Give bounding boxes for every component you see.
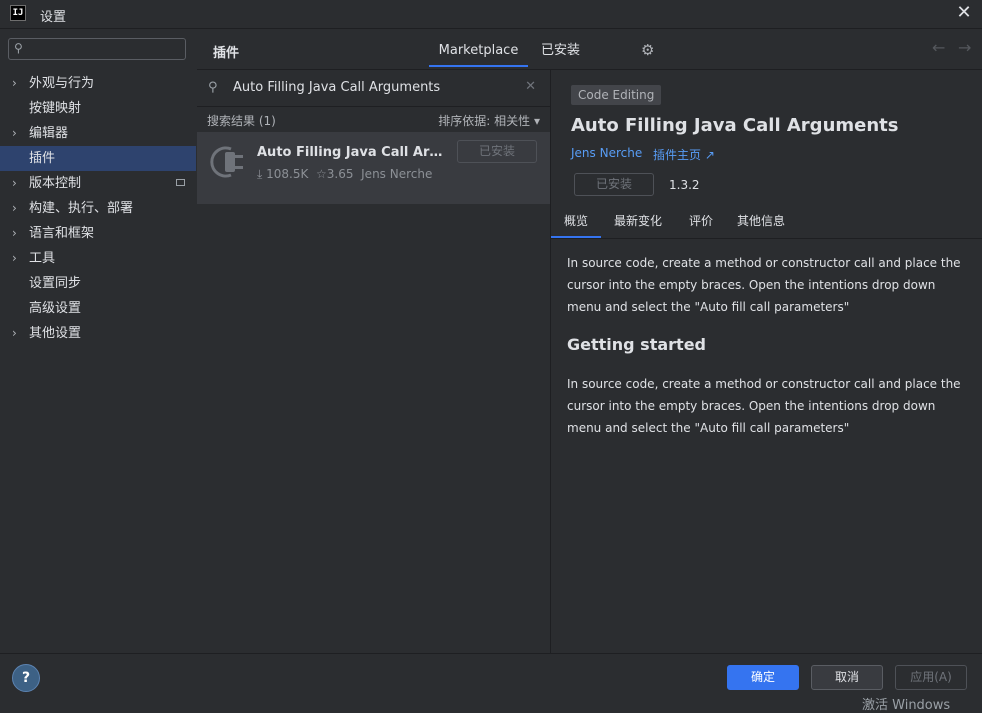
sidebar-item-label: 版本控制 bbox=[29, 176, 82, 191]
cancel-button[interactable]: 取消 bbox=[811, 665, 883, 690]
sidebar-item-editor[interactable]: › 编辑器 bbox=[0, 121, 196, 146]
apply-button[interactable]: 应用(A) bbox=[895, 665, 967, 690]
sidebar-item-label: 设置同步 bbox=[29, 276, 82, 291]
detail-installed-button[interactable]: 已安装 bbox=[574, 173, 654, 196]
chevron-right-icon: › bbox=[12, 76, 17, 90]
category-tag[interactable]: Code Editing bbox=[571, 85, 662, 105]
homepage-label: 插件主页 bbox=[653, 148, 702, 162]
sidebar-item-appearance[interactable]: › 外观与行为 bbox=[0, 71, 196, 96]
search-icon: ⚲ bbox=[14, 41, 23, 55]
download-icon: ⤓ bbox=[257, 167, 263, 181]
external-link-icon: ↗ bbox=[704, 148, 715, 162]
close-icon[interactable]: ✕ bbox=[954, 3, 974, 23]
tab-marketplace[interactable]: Marketplace bbox=[429, 37, 528, 67]
tab-overview[interactable]: 概览 bbox=[551, 208, 601, 238]
star-icon: ☆ bbox=[316, 167, 327, 181]
sidebar-item-keymap[interactable]: 按键映射 bbox=[0, 96, 196, 121]
plugin-rating: 3.65 bbox=[326, 167, 354, 181]
results-count: 搜索结果 (1) bbox=[207, 114, 276, 128]
title-bar: IJ 设置 ✕ bbox=[0, 0, 982, 29]
sidebar-item-label: 工具 bbox=[29, 251, 56, 266]
plugin-meta: ⤓ 108.5K ☆3.65 Jens Nerche bbox=[257, 167, 432, 182]
sidebar-item-label: 语言和框架 bbox=[29, 226, 95, 241]
results-bar: 搜索结果 (1) 排序依据: 相关性 ▾ bbox=[197, 107, 550, 132]
plugin-search-input[interactable]: ⚲ Auto Filling Java Call Arguments ✕ bbox=[197, 70, 550, 107]
plugin-list-panel: ⚲ Auto Filling Java Call Arguments ✕ 搜索结… bbox=[197, 70, 551, 653]
sidebar-item-version-control[interactable]: › 版本控制 bbox=[0, 171, 196, 196]
plugins-header: 插件 Marketplace 已安装 ⚙ ← → bbox=[197, 29, 982, 70]
list-item[interactable]: Auto Filling Java Call Argum... ⤓ 108.5K… bbox=[197, 132, 550, 204]
sidebar-item-label: 构建、执行、部署 bbox=[29, 201, 134, 216]
clear-icon[interactable]: ✕ bbox=[525, 79, 536, 94]
dialog-footer: ? 确定 取消 应用(A) 激活 Windows bbox=[0, 653, 982, 713]
plugin-author: Jens Nerche bbox=[361, 167, 433, 181]
homepage-link[interactable]: 插件主页 ↗ bbox=[653, 146, 715, 163]
sidebar-item-settings-sync[interactable]: 设置同步 bbox=[0, 271, 196, 296]
tab-installed[interactable]: 已安装 bbox=[541, 37, 580, 67]
detail-tabs: 概览 最新变化 评价 其他信息 bbox=[551, 208, 982, 239]
tab-additional-info[interactable]: 其他信息 bbox=[736, 208, 786, 238]
sidebar-item-label: 按键映射 bbox=[29, 101, 82, 116]
sidebar-item-languages[interactable]: › 语言和框架 bbox=[0, 221, 196, 246]
page-title: 插件 bbox=[213, 46, 240, 61]
sidebar-search-input[interactable]: ⚲ bbox=[8, 38, 186, 60]
chevron-right-icon: › bbox=[12, 201, 17, 215]
plugin-downloads: 108.5K bbox=[266, 167, 309, 181]
sidebar-item-other[interactable]: › 其他设置 bbox=[0, 321, 196, 346]
chevron-right-icon: › bbox=[12, 176, 17, 190]
chevron-right-icon: › bbox=[12, 251, 17, 265]
gear-icon[interactable]: ⚙ bbox=[641, 41, 654, 59]
sidebar-item-label: 高级设置 bbox=[29, 301, 82, 316]
chevron-right-icon: › bbox=[12, 226, 17, 240]
sidebar-item-label: 插件 bbox=[29, 151, 56, 166]
settings-sidebar: ⚲ › 外观与行为 按键映射 › 编辑器 插件 › 版本控制 › 构建、执行、部… bbox=[0, 29, 196, 653]
installed-button[interactable]: 已安装 bbox=[457, 140, 537, 163]
sidebar-item-label: 外观与行为 bbox=[29, 76, 95, 91]
section-heading: Getting started bbox=[567, 335, 706, 354]
plugin-name: Auto Filling Java Call Argum... bbox=[257, 145, 447, 160]
arrow-right-icon[interactable]: → bbox=[958, 38, 971, 57]
sidebar-item-label: 其他设置 bbox=[29, 326, 82, 341]
project-level-icon bbox=[176, 179, 185, 186]
description-paragraph: In source code, create a method or const… bbox=[567, 256, 961, 314]
tab-whats-new[interactable]: 最新变化 bbox=[613, 208, 663, 238]
tab-reviews[interactable]: 评价 bbox=[686, 208, 716, 238]
plugin-plug-icon bbox=[210, 146, 243, 178]
sidebar-item-plugins[interactable]: 插件 bbox=[0, 146, 196, 171]
plugin-detail-panel: Code Editing Auto Filling Java Call Argu… bbox=[551, 70, 982, 653]
app-logo-icon: IJ bbox=[10, 5, 26, 21]
search-icon: ⚲ bbox=[208, 80, 218, 95]
help-icon[interactable]: ? bbox=[12, 664, 40, 692]
chevron-right-icon: › bbox=[12, 126, 17, 140]
author-link[interactable]: Jens Nerche bbox=[571, 146, 642, 160]
sidebar-item-build[interactable]: › 构建、执行、部署 bbox=[0, 196, 196, 221]
sidebar-item-advanced[interactable]: 高级设置 bbox=[0, 296, 196, 321]
ok-button[interactable]: 确定 bbox=[727, 665, 799, 690]
sort-dropdown[interactable]: 排序依据: 相关性 ▾ bbox=[438, 112, 540, 129]
sidebar-item-label: 编辑器 bbox=[29, 126, 69, 141]
sidebar-item-tools[interactable]: › 工具 bbox=[0, 246, 196, 271]
plugin-version: 1.3.2 bbox=[669, 178, 700, 192]
search-value: Auto Filling Java Call Arguments bbox=[233, 80, 441, 95]
window-title: 设置 bbox=[40, 10, 67, 25]
chevron-right-icon: › bbox=[12, 326, 17, 340]
activation-watermark: 激活 Windows bbox=[862, 698, 951, 713]
description-paragraph: In source code, create a method or const… bbox=[567, 377, 961, 435]
plugin-title: Auto Filling Java Call Arguments bbox=[571, 115, 899, 136]
arrow-left-icon[interactable]: ← bbox=[932, 38, 945, 57]
